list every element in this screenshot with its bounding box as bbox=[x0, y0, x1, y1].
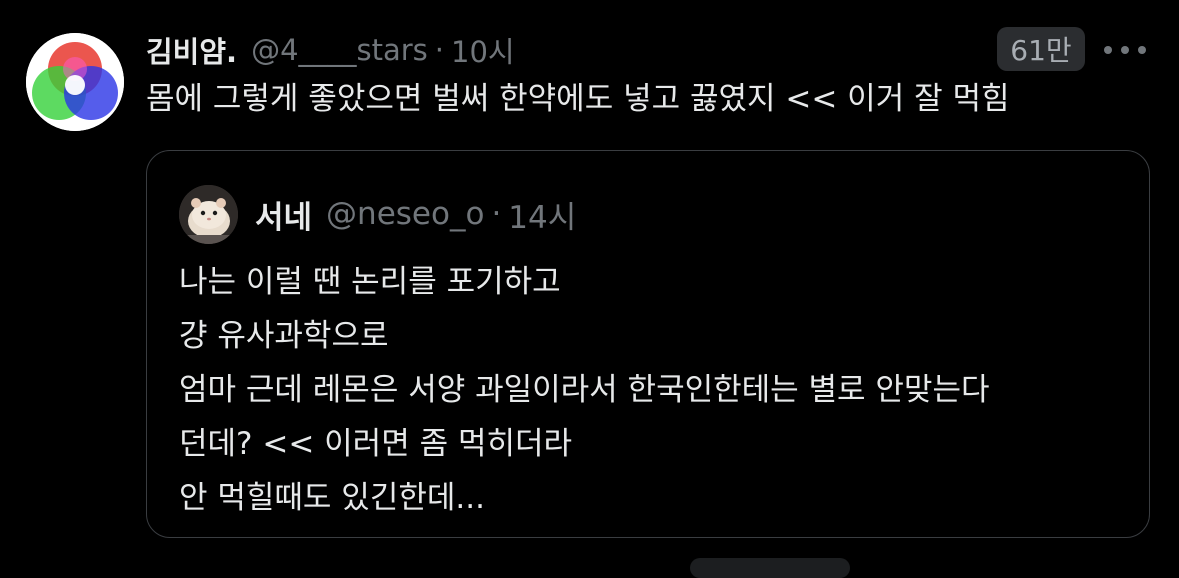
quote-text-line: 안 먹힐때도 있긴한데... bbox=[179, 480, 485, 516]
quote-header: 서네 @neseo_o · 14시 bbox=[255, 191, 576, 237]
hamster-avatar-icon bbox=[179, 185, 238, 244]
quote-timestamp[interactable]: 14시 bbox=[508, 192, 576, 237]
quote-text-line: 걍 유사과학으로 bbox=[179, 318, 389, 354]
scroll-hint bbox=[690, 558, 850, 578]
color-venn-icon bbox=[26, 33, 124, 131]
quote-text: 나는 이럴 땐 논리를 포기하고 걍 유사과학으로 엄마 근데 레몬은 서양 과… bbox=[179, 255, 990, 525]
separator-dot: · bbox=[434, 33, 445, 67]
avatar[interactable] bbox=[26, 33, 124, 131]
ellipsis-icon bbox=[1104, 46, 1146, 54]
quote-tweet-card[interactable]: 서네 @neseo_o · 14시 나는 이럴 땐 논리를 포기하고 걍 유사과… bbox=[146, 150, 1150, 538]
quote-text-line: 던데? << 이러면 좀 먹히더라 bbox=[179, 426, 573, 462]
quote-avatar[interactable] bbox=[179, 185, 238, 244]
quote-text-line: 나는 이럴 땐 논리를 포기하고 bbox=[179, 264, 561, 300]
tweet-text: 몸에 그렇게 좋았으면 벌써 한약에도 넣고 끓였지 << 이거 잘 먹힘 bbox=[146, 81, 1010, 117]
more-options-button[interactable] bbox=[1100, 36, 1150, 64]
views-badge[interactable]: 61만 bbox=[997, 27, 1085, 71]
quote-text-line: 엄마 근데 레몬은 서양 과일이라서 한국인한테는 별로 안맞는다 bbox=[179, 372, 990, 408]
display-name[interactable]: 김비얌. bbox=[146, 29, 237, 71]
quote-user-handle[interactable]: @neseo_o bbox=[326, 196, 484, 232]
separator-dot: · bbox=[491, 196, 502, 232]
quote-display-name[interactable]: 서네 bbox=[255, 192, 312, 237]
tweet-header: 김비얌. @4____stars · 10시 bbox=[146, 28, 515, 72]
user-handle[interactable]: @4____stars bbox=[251, 33, 428, 67]
timestamp[interactable]: 10시 bbox=[451, 29, 515, 71]
